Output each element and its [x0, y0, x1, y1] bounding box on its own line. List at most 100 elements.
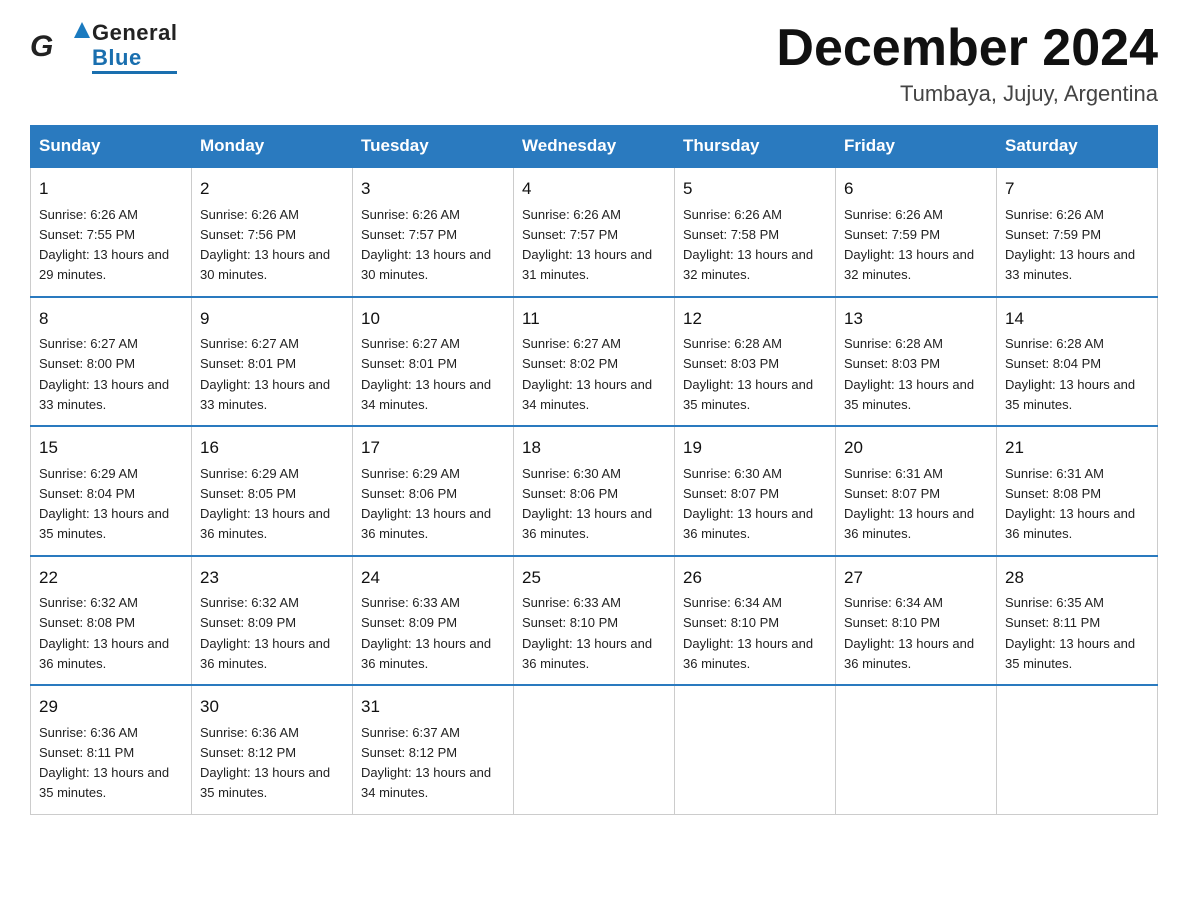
day-info: Sunrise: 6:34 AMSunset: 8:10 PMDaylight:… — [683, 595, 813, 671]
calendar-day-cell: 5 Sunrise: 6:26 AMSunset: 7:58 PMDayligh… — [675, 167, 836, 297]
calendar-day-cell: 13 Sunrise: 6:28 AMSunset: 8:03 PMDaylig… — [836, 297, 997, 427]
day-info: Sunrise: 6:32 AMSunset: 8:09 PMDaylight:… — [200, 595, 330, 671]
day-number: 25 — [522, 565, 666, 591]
day-number: 13 — [844, 306, 988, 332]
title-block: December 2024 Tumbaya, Jujuy, Argentina — [776, 20, 1158, 107]
day-info: Sunrise: 6:31 AMSunset: 8:07 PMDaylight:… — [844, 466, 974, 542]
day-info: Sunrise: 6:30 AMSunset: 8:06 PMDaylight:… — [522, 466, 652, 542]
day-number: 9 — [200, 306, 344, 332]
day-info: Sunrise: 6:32 AMSunset: 8:08 PMDaylight:… — [39, 595, 169, 671]
day-info: Sunrise: 6:29 AMSunset: 8:04 PMDaylight:… — [39, 466, 169, 542]
calendar-day-cell: 24 Sunrise: 6:33 AMSunset: 8:09 PMDaylig… — [353, 556, 514, 686]
day-info: Sunrise: 6:27 AMSunset: 8:02 PMDaylight:… — [522, 336, 652, 412]
day-number: 23 — [200, 565, 344, 591]
calendar-week-row: 1 Sunrise: 6:26 AMSunset: 7:55 PMDayligh… — [31, 167, 1158, 297]
day-number: 8 — [39, 306, 183, 332]
day-number: 12 — [683, 306, 827, 332]
logo-icon: G — [30, 20, 90, 75]
logo: G General Blue — [30, 20, 177, 75]
day-info: Sunrise: 6:27 AMSunset: 8:00 PMDaylight:… — [39, 336, 169, 412]
day-number: 19 — [683, 435, 827, 461]
day-info: Sunrise: 6:37 AMSunset: 8:12 PMDaylight:… — [361, 725, 491, 801]
calendar-day-cell: 30 Sunrise: 6:36 AMSunset: 8:12 PMDaylig… — [192, 685, 353, 814]
calendar-day-cell: 7 Sunrise: 6:26 AMSunset: 7:59 PMDayligh… — [997, 167, 1158, 297]
logo-blue-text: Blue — [92, 46, 177, 74]
calendar-day-cell — [514, 685, 675, 814]
calendar-day-cell: 22 Sunrise: 6:32 AMSunset: 8:08 PMDaylig… — [31, 556, 192, 686]
day-info: Sunrise: 6:26 AMSunset: 7:58 PMDaylight:… — [683, 207, 813, 283]
day-info: Sunrise: 6:26 AMSunset: 7:59 PMDaylight:… — [1005, 207, 1135, 283]
calendar-day-cell: 21 Sunrise: 6:31 AMSunset: 8:08 PMDaylig… — [997, 426, 1158, 556]
day-number: 2 — [200, 176, 344, 202]
calendar-day-cell: 8 Sunrise: 6:27 AMSunset: 8:00 PMDayligh… — [31, 297, 192, 427]
calendar-table: SundayMondayTuesdayWednesdayThursdayFrid… — [30, 125, 1158, 815]
calendar-day-cell: 27 Sunrise: 6:34 AMSunset: 8:10 PMDaylig… — [836, 556, 997, 686]
calendar-header-row: SundayMondayTuesdayWednesdayThursdayFrid… — [31, 126, 1158, 168]
day-info: Sunrise: 6:36 AMSunset: 8:12 PMDaylight:… — [200, 725, 330, 801]
day-info: Sunrise: 6:28 AMSunset: 8:03 PMDaylight:… — [844, 336, 974, 412]
day-number: 21 — [1005, 435, 1149, 461]
day-info: Sunrise: 6:26 AMSunset: 7:56 PMDaylight:… — [200, 207, 330, 283]
day-number: 6 — [844, 176, 988, 202]
calendar-day-cell: 26 Sunrise: 6:34 AMSunset: 8:10 PMDaylig… — [675, 556, 836, 686]
calendar-day-cell: 2 Sunrise: 6:26 AMSunset: 7:56 PMDayligh… — [192, 167, 353, 297]
logo-text-area: General Blue — [92, 21, 177, 73]
calendar-day-cell — [836, 685, 997, 814]
day-number: 5 — [683, 176, 827, 202]
calendar-day-cell: 19 Sunrise: 6:30 AMSunset: 8:07 PMDaylig… — [675, 426, 836, 556]
day-number: 20 — [844, 435, 988, 461]
day-info: Sunrise: 6:27 AMSunset: 8:01 PMDaylight:… — [200, 336, 330, 412]
calendar-week-row: 29 Sunrise: 6:36 AMSunset: 8:11 PMDaylig… — [31, 685, 1158, 814]
calendar-day-header: Thursday — [675, 126, 836, 168]
day-number: 15 — [39, 435, 183, 461]
calendar-day-cell: 3 Sunrise: 6:26 AMSunset: 7:57 PMDayligh… — [353, 167, 514, 297]
calendar-day-header: Saturday — [997, 126, 1158, 168]
day-number: 10 — [361, 306, 505, 332]
day-info: Sunrise: 6:30 AMSunset: 8:07 PMDaylight:… — [683, 466, 813, 542]
day-info: Sunrise: 6:27 AMSunset: 8:01 PMDaylight:… — [361, 336, 491, 412]
day-number: 27 — [844, 565, 988, 591]
calendar-day-cell: 11 Sunrise: 6:27 AMSunset: 8:02 PMDaylig… — [514, 297, 675, 427]
svg-text:G: G — [30, 30, 53, 63]
calendar-week-row: 8 Sunrise: 6:27 AMSunset: 8:00 PMDayligh… — [31, 297, 1158, 427]
calendar-day-cell: 28 Sunrise: 6:35 AMSunset: 8:11 PMDaylig… — [997, 556, 1158, 686]
day-number: 29 — [39, 694, 183, 720]
calendar-day-cell: 14 Sunrise: 6:28 AMSunset: 8:04 PMDaylig… — [997, 297, 1158, 427]
day-info: Sunrise: 6:31 AMSunset: 8:08 PMDaylight:… — [1005, 466, 1135, 542]
calendar-day-cell: 25 Sunrise: 6:33 AMSunset: 8:10 PMDaylig… — [514, 556, 675, 686]
day-info: Sunrise: 6:26 AMSunset: 7:55 PMDaylight:… — [39, 207, 169, 283]
logo-general-text: General — [92, 21, 177, 45]
calendar-day-cell: 9 Sunrise: 6:27 AMSunset: 8:01 PMDayligh… — [192, 297, 353, 427]
day-number: 11 — [522, 306, 666, 332]
calendar-day-header: Monday — [192, 126, 353, 168]
page-title: December 2024 — [776, 20, 1158, 77]
day-number: 18 — [522, 435, 666, 461]
calendar-day-header: Sunday — [31, 126, 192, 168]
day-number: 30 — [200, 694, 344, 720]
day-info: Sunrise: 6:34 AMSunset: 8:10 PMDaylight:… — [844, 595, 974, 671]
day-info: Sunrise: 6:26 AMSunset: 7:57 PMDaylight:… — [522, 207, 652, 283]
calendar-day-cell: 12 Sunrise: 6:28 AMSunset: 8:03 PMDaylig… — [675, 297, 836, 427]
calendar-day-cell: 20 Sunrise: 6:31 AMSunset: 8:07 PMDaylig… — [836, 426, 997, 556]
day-number: 17 — [361, 435, 505, 461]
calendar-day-cell: 23 Sunrise: 6:32 AMSunset: 8:09 PMDaylig… — [192, 556, 353, 686]
calendar-day-cell: 29 Sunrise: 6:36 AMSunset: 8:11 PMDaylig… — [31, 685, 192, 814]
calendar-day-cell — [997, 685, 1158, 814]
day-number: 1 — [39, 176, 183, 202]
calendar-day-header: Tuesday — [353, 126, 514, 168]
page-subtitle: Tumbaya, Jujuy, Argentina — [776, 81, 1158, 107]
day-info: Sunrise: 6:29 AMSunset: 8:06 PMDaylight:… — [361, 466, 491, 542]
day-number: 28 — [1005, 565, 1149, 591]
calendar-day-cell: 6 Sunrise: 6:26 AMSunset: 7:59 PMDayligh… — [836, 167, 997, 297]
calendar-day-cell — [675, 685, 836, 814]
day-info: Sunrise: 6:29 AMSunset: 8:05 PMDaylight:… — [200, 466, 330, 542]
page-header: G General Blue December 2024 Tumbaya, Ju… — [30, 20, 1158, 107]
day-number: 7 — [1005, 176, 1149, 202]
day-info: Sunrise: 6:36 AMSunset: 8:11 PMDaylight:… — [39, 725, 169, 801]
day-number: 14 — [1005, 306, 1149, 332]
calendar-day-cell: 16 Sunrise: 6:29 AMSunset: 8:05 PMDaylig… — [192, 426, 353, 556]
day-number: 4 — [522, 176, 666, 202]
calendar-day-cell: 31 Sunrise: 6:37 AMSunset: 8:12 PMDaylig… — [353, 685, 514, 814]
day-number: 26 — [683, 565, 827, 591]
day-number: 16 — [200, 435, 344, 461]
